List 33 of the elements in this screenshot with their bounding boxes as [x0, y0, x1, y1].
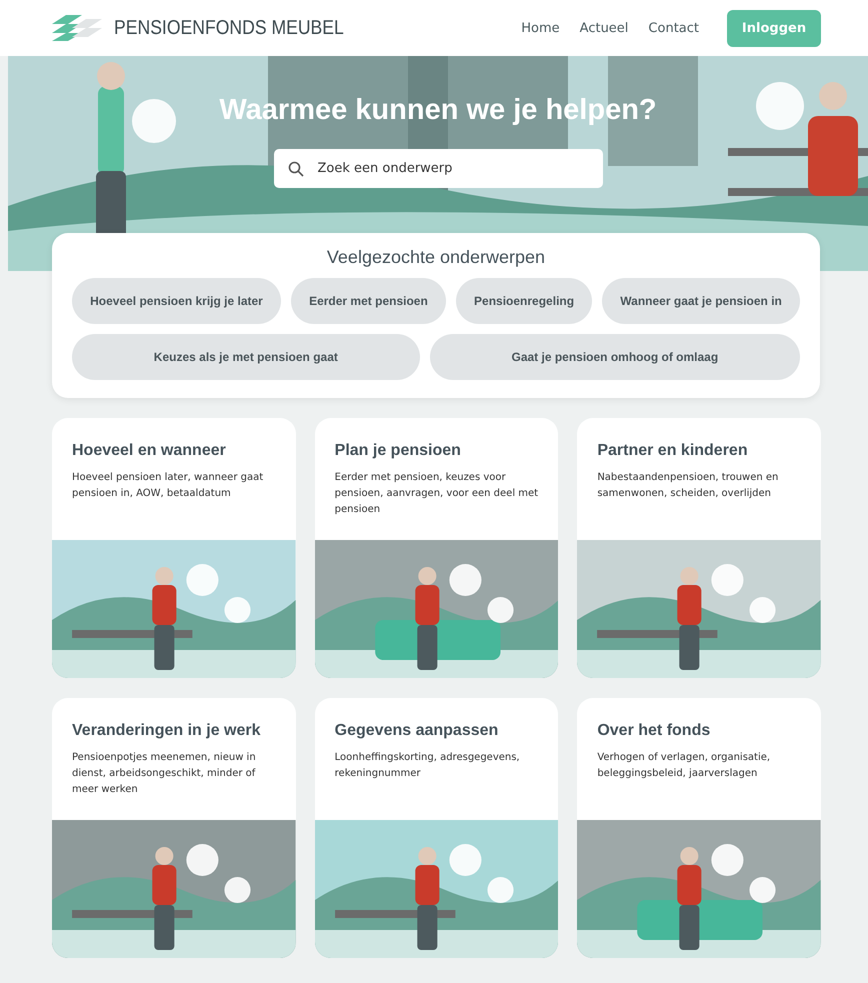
card-text: Hoeveel pensioen later, wanneer gaat pensioen in, AOW, betaaldatum — [72, 471, 264, 501]
card-title: Partner en kinderen — [597, 442, 749, 460]
hero-title: Waarmee kunnen we je helpen? — [219, 94, 657, 127]
card-title: Veranderingen in je werk — [72, 722, 262, 740]
topic-chip[interactable]: Pensioenregeling — [456, 278, 592, 324]
card-text: Pensioenpotjes meenemen, nieuw in dienst, arbeidsongeschikt, minder of meer werken — [72, 751, 257, 797]
card-title: Hoeveel en wanneer — [72, 442, 227, 460]
card-text: Eerder met pensioen, keuzes voor pensioen, aanvragen, voor een deel met pensioen — [334, 471, 538, 517]
topic-chip[interactable]: Keuzes als je met pensioen gaat — [72, 334, 420, 380]
topic-card[interactable]: Plan je pensioen Eerder met pensioen, keuzes voor pensioen, aanvragen, voor een deel met pensioen — [314, 418, 558, 678]
topic-chip[interactable]: Wanneer gaat je pensioen in — [602, 278, 800, 324]
logo-icon — [52, 15, 102, 41]
topic-chip[interactable]: Eerder met pensioen — [290, 278, 446, 324]
brand-name: PENSIOENFONDS MEUBEL — [114, 16, 344, 40]
search-field[interactable]: Zoek een onderwerp — [274, 149, 602, 188]
topic-card[interactable]: Gegevens aanpassen Loonheffingskorting, adresgegevens, rekeningnummer — [314, 698, 558, 958]
topic-card[interactable]: Hoeveel en wanneer Hoeveel pensioen later, wanneer gaat pensioen in, AOW, betaaldatum — [52, 418, 296, 678]
topic-chip[interactable]: Gaat je pensioen omhoog of omlaag — [430, 334, 800, 380]
card-text: Loonheffingskorting, adresgegevens, rekeningnummer — [334, 751, 521, 781]
card-title: Over het fonds — [597, 722, 712, 740]
panel-title: Veelgezochte onderwerpen — [326, 247, 546, 268]
card-title: Gegevens aanpassen — [334, 722, 500, 740]
topic-chip[interactable]: Hoeveel pensioen krijg je later — [72, 278, 281, 324]
nav-link[interactable]: Contact — [648, 20, 699, 36]
nav-link[interactable]: Actueel — [580, 20, 628, 36]
topic-card[interactable]: Veranderingen in je werk Pensioenpotjes meenemen, nieuw in dienst, arbeidsongeschikt, minder of meer werken — [52, 698, 296, 958]
card-text: Nabestaandenpensioen, trouwen en samenwonen, scheiden, overlijden — [597, 471, 780, 501]
topic-card[interactable]: Over het fonds Verhogen of verlagen, organisatie, beleggingsbeleid, jaarverslagen — [577, 698, 821, 958]
card-title: Plan je pensioen — [334, 442, 462, 460]
card-text: Verhogen of verlagen, organisatie, beleggingsbeleid, jaarverslagen — [597, 751, 772, 781]
topic-card[interactable]: Partner en kinderen Nabestaandenpensioen, trouwen en samenwonen, scheiden, overlijden — [577, 418, 821, 678]
search-icon — [288, 161, 304, 177]
nav-link[interactable]: Home — [521, 20, 560, 36]
